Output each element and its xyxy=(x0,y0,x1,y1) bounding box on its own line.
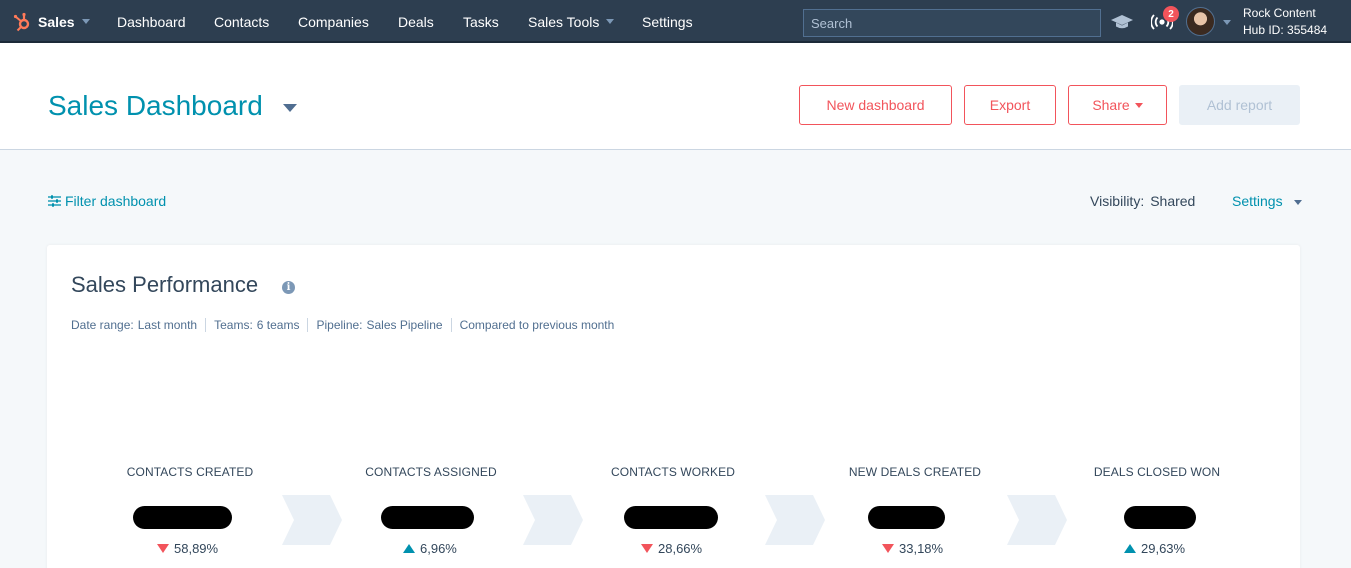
chevron-down-icon xyxy=(606,19,615,24)
stage-label: DEALS CLOSED WON xyxy=(1093,465,1221,479)
chevron-down-icon xyxy=(81,19,90,24)
chevron-down-icon xyxy=(1134,102,1143,108)
stage-label: CONTACTS CREATED xyxy=(126,465,254,479)
filter-label: Filter dashboard xyxy=(65,193,167,209)
academy-icon[interactable] xyxy=(1110,0,1134,43)
top-navigation: Sales Dashboard Contacts Companies Deals… xyxy=(0,0,1351,43)
chevron-down-icon xyxy=(1294,199,1303,205)
nav-sales-tools-label: Sales Tools xyxy=(528,13,600,30)
sprocket-logo-icon xyxy=(13,12,30,31)
meta-label: Compared to previous month xyxy=(459,318,615,332)
nav-sales-tools[interactable]: Sales Tools xyxy=(528,0,615,43)
chevron-right-icon xyxy=(282,495,342,545)
stage-change-value: 58,89% xyxy=(174,541,219,556)
card-title: Sales Performance xyxy=(71,272,259,297)
brand-label: Sales xyxy=(38,13,75,30)
meta-value: Last month xyxy=(137,318,198,332)
nav-dashboard[interactable]: Dashboard xyxy=(117,0,186,43)
chevron-down-icon xyxy=(282,103,297,112)
account-info[interactable]: Rock Content Hub ID: 355484 xyxy=(1243,5,1327,39)
info-icon[interactable]: i xyxy=(282,281,295,294)
meta-date-range: Date range: Last month xyxy=(71,318,205,332)
funnel-stage: CONTACTS CREATED xyxy=(100,465,280,479)
visibility-label: Visibility: xyxy=(1090,193,1145,209)
meta-comparison: Compared to previous month xyxy=(450,318,623,332)
stage-change-value: 28,66% xyxy=(658,541,703,556)
redacted-value xyxy=(624,506,718,529)
stage-change: 29,63% xyxy=(1124,541,1185,556)
nav-contacts[interactable]: Contacts xyxy=(214,0,269,43)
meta-label: Teams: xyxy=(214,318,253,332)
meta-label: Pipeline: xyxy=(316,318,363,332)
brand-menu[interactable]: Sales xyxy=(12,0,90,43)
filter-dashboard-link[interactable]: Filter dashboard xyxy=(48,193,166,209)
chevron-down-icon[interactable] xyxy=(1223,20,1231,25)
arrow-down-icon xyxy=(157,544,169,553)
funnel-stage: CONTACTS ASSIGNED xyxy=(341,465,521,479)
dashboard-title-selector[interactable]: Sales Dashboard xyxy=(48,90,297,122)
redacted-value xyxy=(868,506,945,529)
stage-change-value: 29,63% xyxy=(1141,541,1186,556)
stage-change: 58,89% xyxy=(157,541,218,556)
stage-change: 33,18% xyxy=(882,541,943,556)
redacted-value xyxy=(133,506,232,529)
stage-change-value: 33,18% xyxy=(899,541,944,556)
nav-tasks[interactable]: Tasks xyxy=(463,0,499,43)
stage-label: NEW DEALS CREATED xyxy=(848,465,982,479)
arrow-down-icon xyxy=(641,544,653,553)
meta-value: 6 teams xyxy=(256,318,300,332)
meta-pipeline: Pipeline: Sales Pipeline xyxy=(307,318,450,332)
redacted-value xyxy=(381,506,474,529)
arrow-up-icon xyxy=(1124,544,1136,553)
meta-label: Date range: xyxy=(71,318,134,332)
new-dashboard-button[interactable]: New dashboard xyxy=(799,85,952,125)
funnel-stage: NEW DEALS CREATED xyxy=(825,465,1005,479)
search-input[interactable] xyxy=(803,9,1101,37)
hub-id: Hub ID: 355484 xyxy=(1243,23,1328,37)
redacted-value xyxy=(1124,506,1196,529)
meta-value: Sales Pipeline xyxy=(366,318,443,332)
stage-change: 28,66% xyxy=(641,541,702,556)
stage-change-value: 6,96% xyxy=(420,541,457,556)
filter-sliders-icon xyxy=(48,195,61,207)
nav-settings[interactable]: Settings xyxy=(642,0,693,43)
share-label: Share xyxy=(1092,97,1130,113)
export-button[interactable]: Export xyxy=(964,85,1056,125)
arrow-down-icon xyxy=(882,544,894,553)
funnel-stage: DEALS CLOSED WON xyxy=(1067,465,1247,479)
dashboard-settings-menu[interactable]: Settings xyxy=(1232,193,1303,209)
share-button[interactable]: Share xyxy=(1068,85,1167,125)
stage-label: CONTACTS WORKED xyxy=(611,465,735,479)
stage-change: 6,96% xyxy=(403,541,457,556)
account-name: Rock Content xyxy=(1243,6,1316,20)
add-report-button[interactable]: Add report xyxy=(1179,85,1300,125)
chevron-right-icon xyxy=(1007,495,1067,545)
arrow-up-icon xyxy=(403,544,415,553)
nav-deals[interactable]: Deals xyxy=(398,0,434,43)
chevron-right-icon xyxy=(523,495,583,545)
stage-label: CONTACTS ASSIGNED xyxy=(365,465,497,479)
dashboard-header: Sales Dashboard New dashboard Export Sha… xyxy=(0,43,1351,150)
chevron-right-icon xyxy=(765,495,825,545)
graduation-cap-icon xyxy=(1111,14,1133,28)
visibility-status: Visibility: Shared xyxy=(1090,193,1195,209)
settings-label: Settings xyxy=(1232,193,1283,209)
report-meta: Date range: Last month Teams: 6 teams Pipe… xyxy=(71,318,622,332)
funnel-stage: CONTACTS WORKED xyxy=(583,465,763,479)
avatar[interactable] xyxy=(1186,7,1215,36)
nav-companies[interactable]: Companies xyxy=(298,0,369,43)
page-title: Sales Dashboard xyxy=(48,90,263,121)
notification-badge: 2 xyxy=(1163,6,1179,22)
meta-teams: Teams: 6 teams xyxy=(205,318,307,332)
visibility-value: Shared xyxy=(1150,193,1196,209)
sales-performance-card: Sales Performance i Date range: Last mont… xyxy=(47,245,1300,568)
